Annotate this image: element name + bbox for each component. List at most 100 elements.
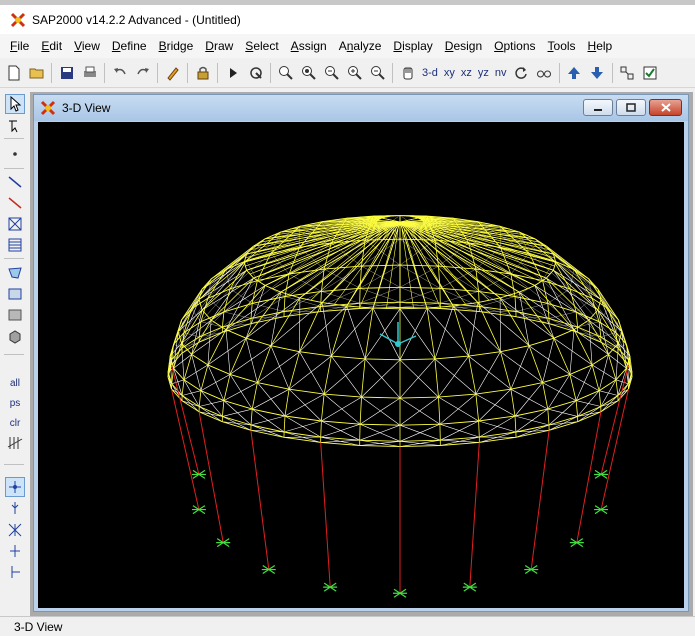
ring-member (223, 400, 253, 410)
menu-edit[interactable]: Edit (35, 39, 68, 53)
quick-draw-frame-button[interactable] (5, 193, 25, 213)
beams-icon (8, 238, 22, 252)
draw-joint-button[interactable] (5, 144, 25, 164)
zoom-out-button[interactable] (367, 62, 389, 84)
support-symbol (594, 505, 609, 515)
meridian-member (288, 351, 300, 390)
front-brace (320, 439, 360, 443)
back-brace (399, 287, 441, 304)
object-shrink-button[interactable] (616, 62, 638, 84)
select-all-button[interactable]: all (3, 374, 27, 392)
front-brace (245, 338, 258, 383)
front-brace (182, 390, 201, 396)
view-xy-button[interactable]: xy (441, 62, 458, 84)
save-button[interactable] (56, 62, 78, 84)
ring-member (598, 321, 617, 333)
clear-selection-button[interactable]: clr (3, 414, 27, 432)
ring-member (225, 329, 247, 339)
menu-file[interactable]: File (4, 39, 35, 53)
polygon-icon (8, 267, 22, 279)
snap-to-lines-button[interactable] (5, 562, 25, 582)
move-down-button[interactable] (586, 62, 608, 84)
meridian-member (468, 356, 477, 395)
refresh-window-button[interactable] (162, 62, 184, 84)
menu-analyze[interactable]: Analyze (333, 39, 388, 53)
view-nv-button[interactable]: nv (492, 62, 510, 84)
arrow-down-icon (591, 66, 604, 79)
menu-view[interactable]: View (68, 39, 106, 53)
crown-member (244, 221, 377, 259)
meridian-member (250, 409, 253, 426)
lock-model-button[interactable] (192, 62, 214, 84)
open-button[interactable] (26, 62, 48, 84)
front-brace (364, 308, 401, 360)
zoom-previous-button[interactable] (321, 62, 343, 84)
snap-to-points-button[interactable] (5, 477, 25, 497)
pointer-tool-button[interactable] (5, 94, 25, 114)
front-brace (199, 400, 224, 407)
meridian-member (222, 400, 225, 417)
ring-member (283, 311, 321, 318)
view-xz-button[interactable]: xz (458, 62, 475, 84)
sidebar-separator (4, 354, 24, 355)
model-viewport[interactable] (38, 122, 684, 608)
reshaper-tool-button[interactable] (5, 116, 25, 136)
front-brace (475, 393, 516, 417)
menu-help[interactable]: Help (582, 39, 619, 53)
menu-define[interactable]: Define (106, 39, 153, 53)
snap-to-ends-button[interactable] (5, 498, 25, 518)
intersecting-line-select-button[interactable] (5, 433, 25, 453)
arrow-up-icon (568, 66, 581, 79)
ring-member (284, 415, 322, 422)
close-button[interactable] (649, 99, 682, 116)
menu-assign[interactable]: Assign (285, 39, 333, 53)
set-display-options-button[interactable] (639, 62, 661, 84)
front-brace (399, 423, 441, 442)
pan-button[interactable] (397, 62, 419, 84)
view-3d-button[interactable]: 3-d (419, 62, 441, 84)
menu-display[interactable]: Display (387, 39, 438, 53)
menu-bridge[interactable]: Bridge (153, 39, 200, 53)
minimize-button[interactable] (583, 99, 613, 116)
draw-solid-button[interactable] (5, 326, 25, 346)
ring-member (183, 321, 202, 333)
quick-draw-area-button[interactable] (5, 305, 25, 325)
view-window-title-bar[interactable]: 3-D View (34, 95, 688, 121)
perspective-toggle-button[interactable] (533, 62, 555, 84)
ring-member (284, 431, 321, 438)
ring-member (361, 264, 401, 267)
menu-tools[interactable]: Tools (542, 39, 582, 53)
menu-design[interactable]: Design (439, 39, 488, 53)
print-button[interactable] (79, 62, 101, 84)
redo-button[interactable] (132, 62, 154, 84)
menu-options[interactable]: Options (488, 39, 541, 53)
quick-draw-secondary-beams-button[interactable] (5, 235, 25, 255)
view-yz-button[interactable]: yz (475, 62, 492, 84)
draw-frame-button[interactable] (5, 172, 25, 192)
snap-to-intersections-button[interactable] (5, 520, 25, 540)
ring-member (440, 308, 480, 313)
zoom-window-button[interactable] (275, 62, 297, 84)
sidebar-separator (4, 258, 24, 259)
rubber-band-zoom-button[interactable] (245, 62, 267, 84)
zoom-extents-button[interactable] (298, 62, 320, 84)
ring-member (284, 305, 321, 312)
restore-button[interactable] (616, 99, 646, 116)
meridian-member (500, 351, 512, 390)
draw-rect-area-button[interactable] (5, 284, 25, 304)
zoom-window-icon (278, 65, 293, 80)
move-up-button[interactable] (563, 62, 585, 84)
draw-poly-area-button[interactable] (5, 263, 25, 283)
snap-to-perpendicular-button[interactable] (5, 541, 25, 561)
zoom-in-button[interactable] (344, 62, 366, 84)
undo-button[interactable] (109, 62, 131, 84)
run-analysis-button[interactable] (222, 62, 244, 84)
ring-member (181, 400, 200, 413)
meridian-member (534, 285, 575, 330)
quick-draw-braces-button[interactable] (5, 214, 25, 234)
rotate-view-button[interactable] (510, 62, 532, 84)
get-previous-selection-button[interactable]: ps (3, 394, 27, 412)
new-model-button[interactable] (3, 62, 25, 84)
menu-select[interactable]: Select (239, 39, 284, 53)
menu-draw[interactable]: Draw (199, 39, 239, 53)
